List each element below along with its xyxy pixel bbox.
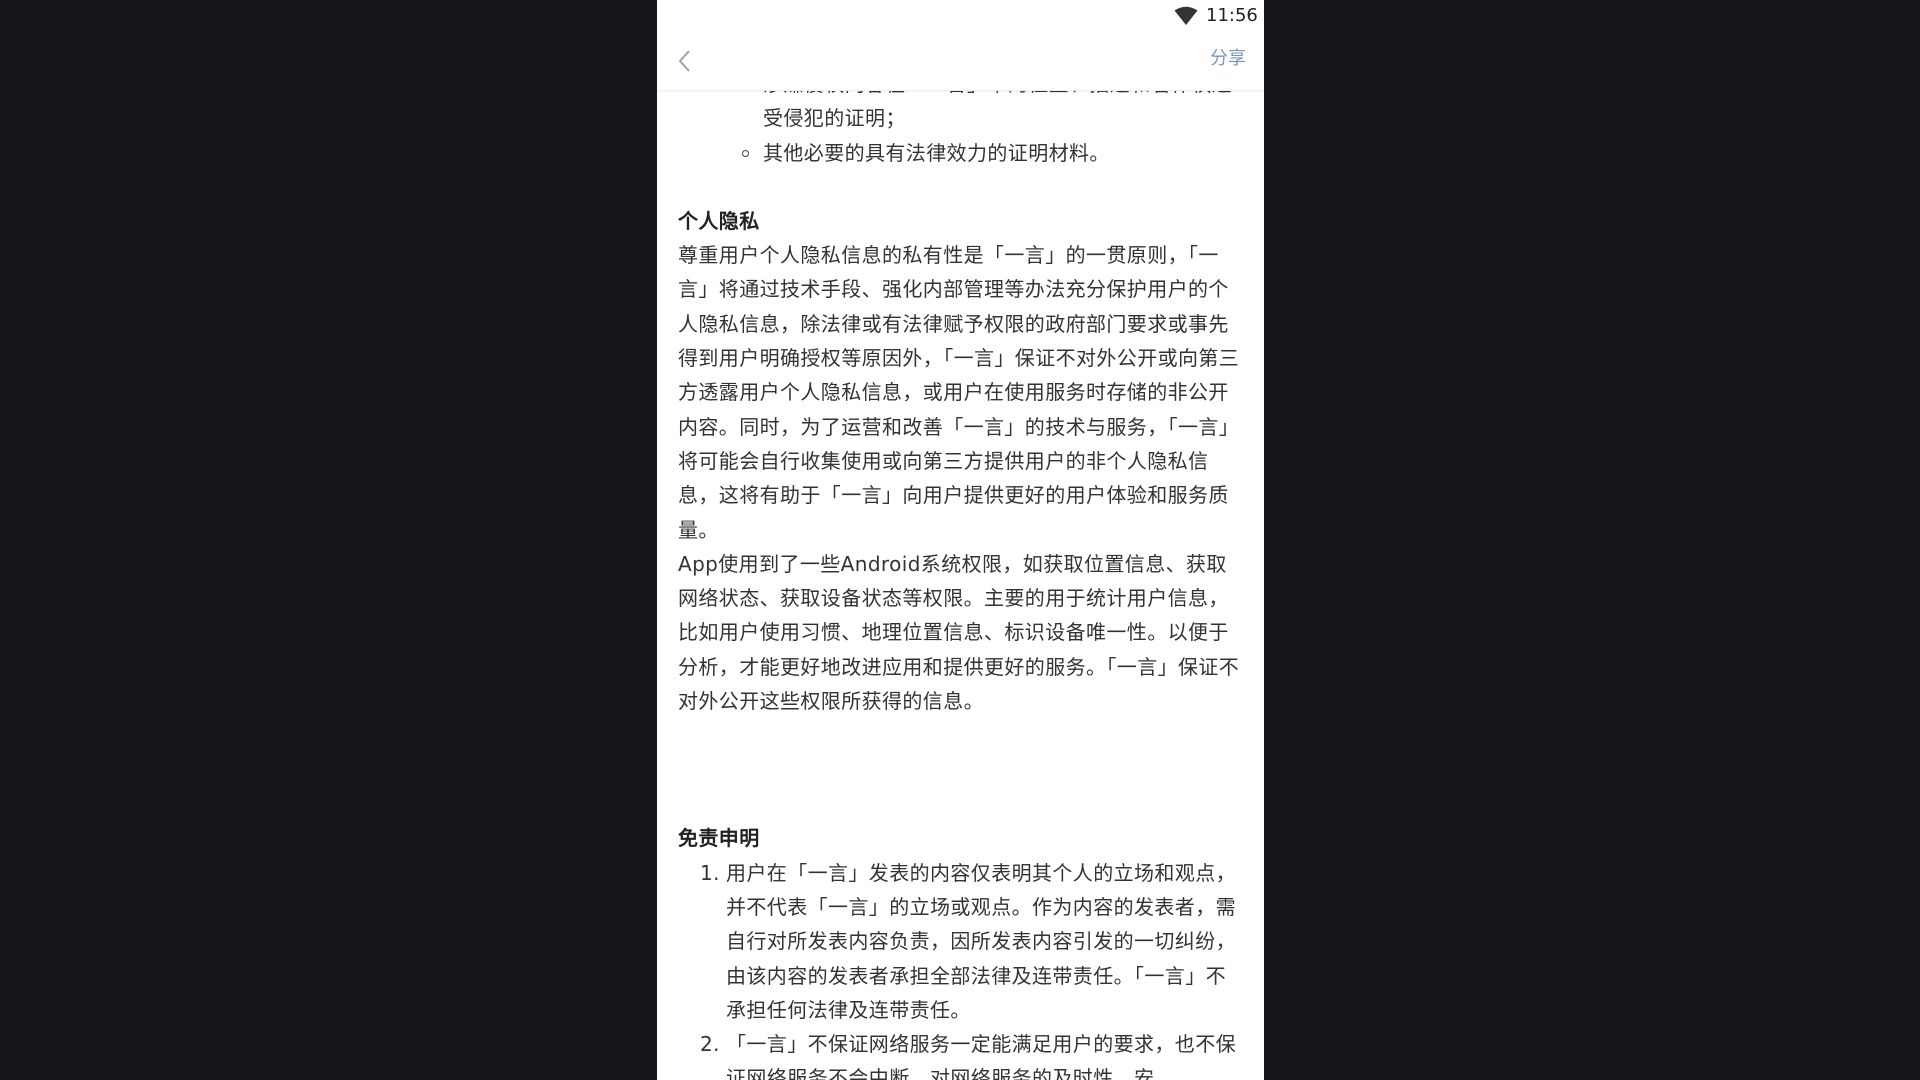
privacy-paragraph: 尊重用户个人隐私信息的私有性是「一言」的一贯原则，「一言」将通过技术手段、强化内… bbox=[678, 243, 1240, 542]
status-time: 11:56 bbox=[1206, 5, 1258, 26]
share-button[interactable]: 分享 bbox=[1210, 47, 1246, 71]
list-item: 1. 用户在「一言」发表的内容仅表明其个人的立场和观点，并不代表「一言」的立场或… bbox=[700, 856, 1243, 1027]
list-item: 其他必要的具有法律效力的证明材料。 bbox=[742, 136, 1243, 170]
disclaimer-heading: 免责申明 bbox=[678, 826, 760, 851]
disclaimer-list: 1. 用户在「一言」发表的内容仅表明其个人的立场和观点，并不代表「一言」的立场或… bbox=[657, 856, 1264, 1080]
agreement-content: 涉嫌侵权内容在「一言」中的位置、描述和著作权遭受侵犯的证明； 其他必要的具有法律… bbox=[657, 67, 1264, 1080]
list-item-text: 「一言」不保证网络服务一定能满足用户的要求，也不保证网络服务不会中断，对网络服务… bbox=[726, 1032, 1236, 1080]
app-bar: 分享 bbox=[657, 32, 1264, 91]
list-item: 2. 「一言」不保证网络服务一定能满足用户的要求，也不保证网络服务不会中断，对网… bbox=[700, 1027, 1243, 1080]
permissions-paragraph: App使用到了一些Android系统权限，如获取位置信息、获取网络状态、获取设备… bbox=[678, 551, 1240, 714]
phone-screen: 11:56 分享 涉嫌侵权内容在「一言」中的位置、描述和著作权遭受侵犯的证明； … bbox=[657, 0, 1264, 1080]
privacy-heading: 个人隐私 bbox=[678, 208, 760, 233]
list-number: 2. bbox=[700, 1032, 720, 1057]
chevron-left-icon bbox=[678, 50, 690, 72]
list-number: 1. bbox=[700, 860, 720, 885]
list-item-text: 用户在「一言」发表的内容仅表明其个人的立场和观点，并不代表「一言」的立场或观点。… bbox=[726, 860, 1236, 1022]
wifi-icon bbox=[1174, 6, 1198, 25]
back-button[interactable] bbox=[671, 46, 701, 76]
status-bar: 11:56 bbox=[657, 0, 1264, 32]
